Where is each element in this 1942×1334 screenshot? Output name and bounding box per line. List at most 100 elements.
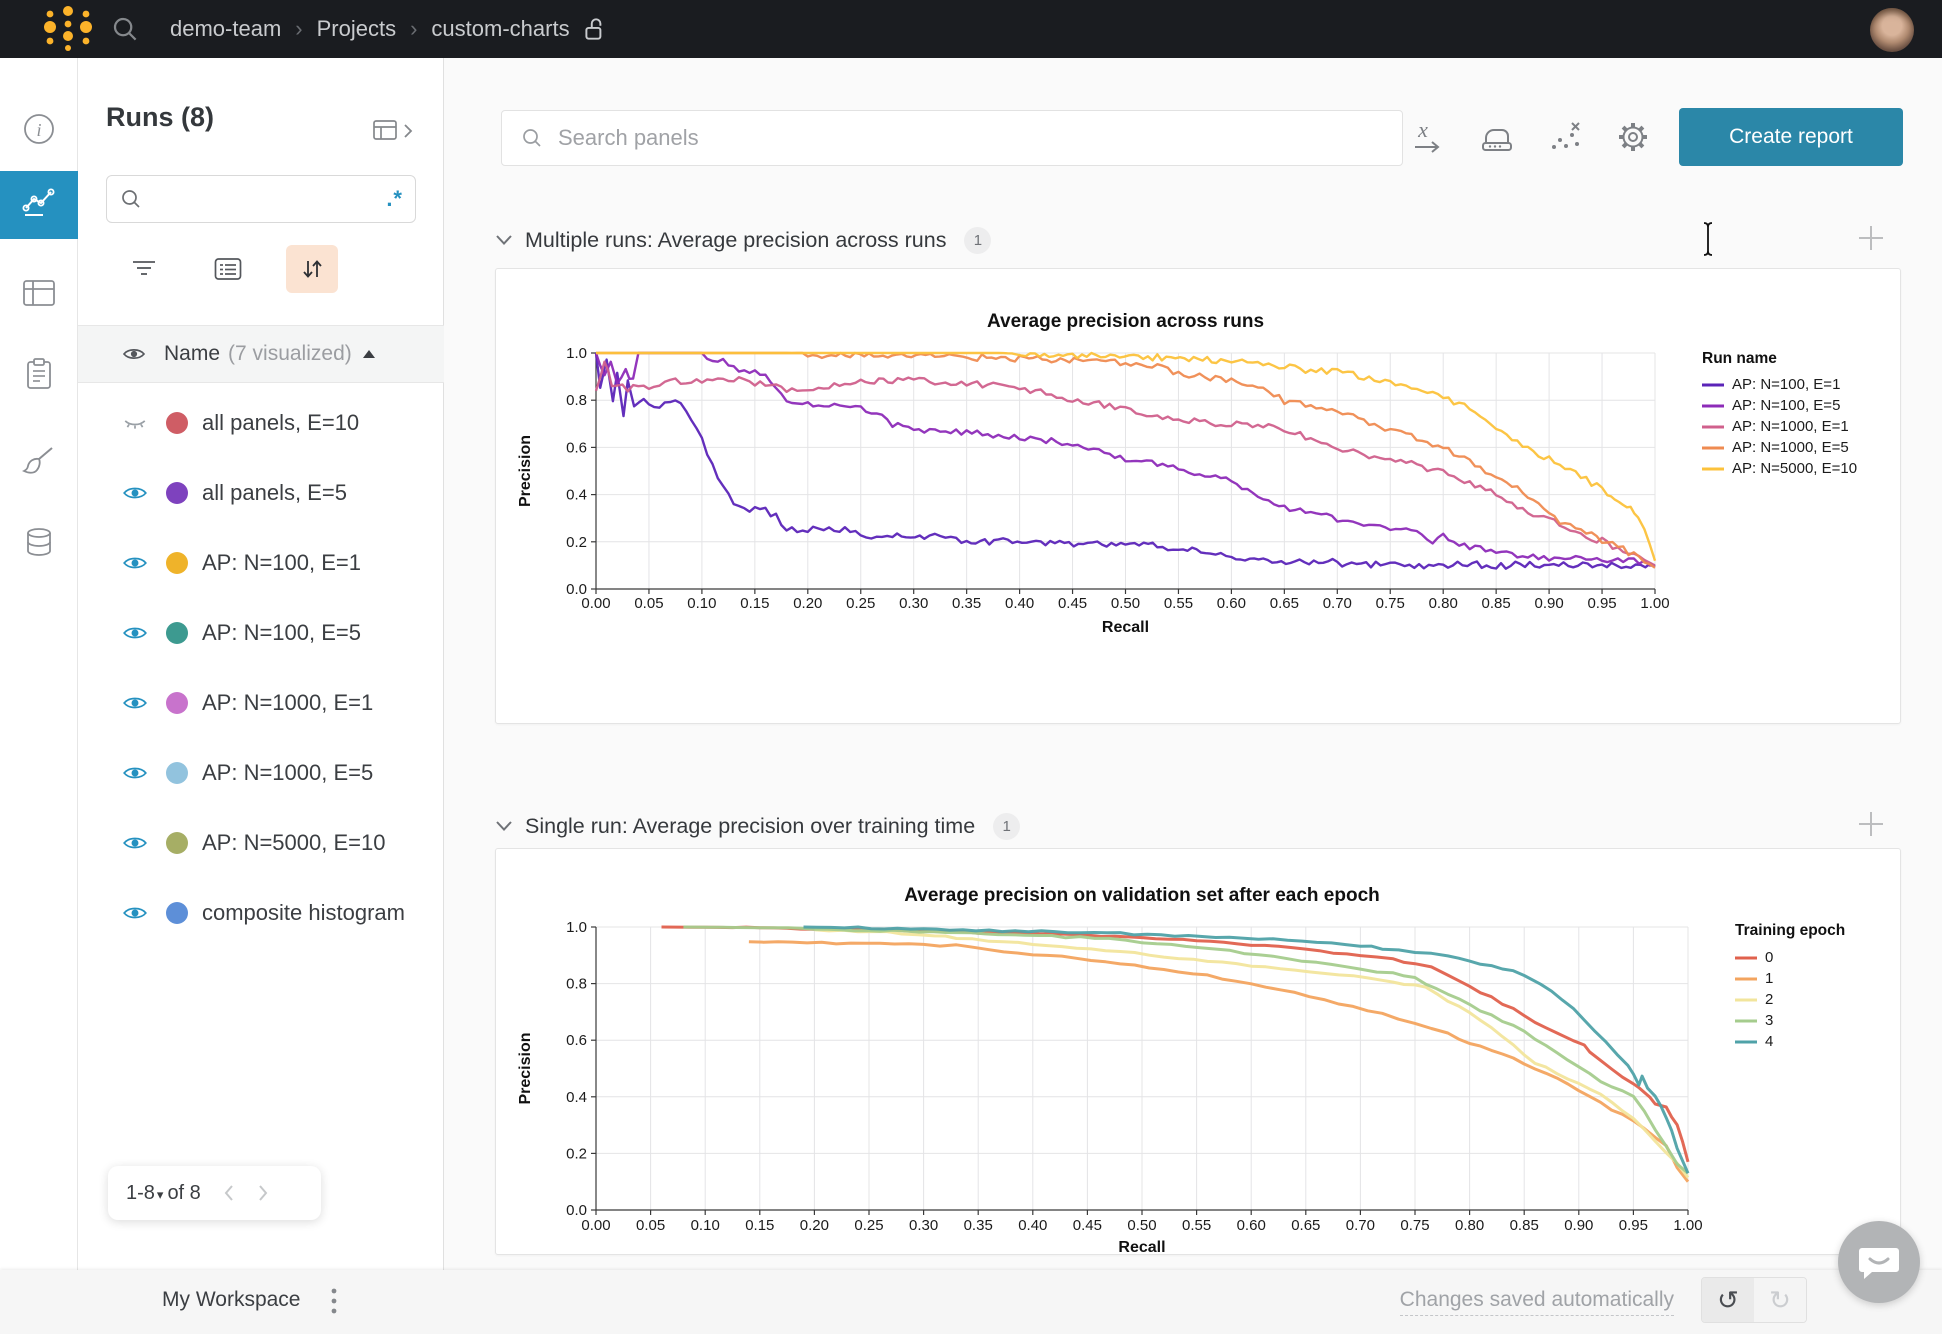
svg-text:0.40: 0.40 <box>1018 1217 1047 1234</box>
group-button[interactable] <box>202 245 254 293</box>
filter-button[interactable] <box>118 245 170 293</box>
redo-button[interactable]: ↻ <box>1754 1278 1806 1322</box>
chevron-down-icon[interactable] <box>495 234 513 246</box>
run-name[interactable]: AP: N=1000, E=1 <box>202 690 373 716</box>
pagination-total: of 8 <box>167 1182 200 1205</box>
eye-icon[interactable] <box>120 830 150 856</box>
line-chart-icon <box>21 186 57 225</box>
runs-pagination[interactable]: 1-8 ▾ of 8 <box>108 1166 321 1220</box>
run-name[interactable]: AP: N=1000, E=5 <box>202 760 373 786</box>
run-name[interactable]: all panels, E=10 <box>202 410 359 436</box>
breadcrumb: demo-team › Projects › custom-charts <box>170 15 608 43</box>
section-header-single-run[interactable]: Single run: Average precision over train… <box>495 804 1901 848</box>
workspace-name[interactable]: My Workspace <box>162 1288 300 1312</box>
svg-text:0.25: 0.25 <box>846 595 875 612</box>
panel-count-badge: 1 <box>964 227 991 254</box>
svg-text:i: i <box>36 120 41 140</box>
run-name[interactable]: composite histogram <box>202 900 405 926</box>
chat-support-button[interactable] <box>1838 1221 1920 1303</box>
svg-text:0: 0 <box>1765 949 1773 966</box>
panel-sweep-icon <box>1478 118 1516 161</box>
eye-icon[interactable] <box>120 480 150 506</box>
plus-icon <box>1855 222 1887 254</box>
plus-icon <box>1855 808 1887 840</box>
svg-text:0.0: 0.0 <box>566 1202 587 1219</box>
eye-icon[interactable] <box>120 760 150 786</box>
svg-text:Average precision on validatio: Average precision on validation set afte… <box>904 885 1380 906</box>
runs-search-input[interactable] <box>153 188 386 211</box>
run-name[interactable]: AP: N=100, E=5 <box>202 620 361 646</box>
regex-toggle[interactable]: .* <box>386 186 403 212</box>
section-title[interactable]: Multiple runs: Average precision across … <box>525 228 946 253</box>
breadcrumb-projects[interactable]: Projects <box>317 16 396 42</box>
search-icon[interactable] <box>110 14 140 44</box>
runs-toolbar <box>118 244 338 294</box>
rail-item-database[interactable] <box>0 519 78 571</box>
eye-icon[interactable] <box>120 690 150 716</box>
run-name[interactable]: AP: N=100, E=1 <box>202 550 361 576</box>
run-row: AP: N=1000, E=1 <box>78 668 444 738</box>
bottom-bar: My Workspace Changes saved automatically… <box>0 1270 1942 1334</box>
rail-item-brush[interactable] <box>0 437 78 489</box>
eye-icon[interactable] <box>120 620 150 646</box>
eye-icon[interactable] <box>120 900 150 926</box>
run-name[interactable]: all panels, E=5 <box>202 480 347 506</box>
outlier-dots-button[interactable] <box>1543 117 1587 161</box>
svg-text:0.55: 0.55 <box>1182 1217 1211 1234</box>
panel-search-input[interactable] <box>558 125 1384 151</box>
gear-button[interactable] <box>1611 117 1655 161</box>
run-name[interactable]: AP: N=5000, E=10 <box>202 830 385 856</box>
page-prev-button[interactable] <box>223 1184 235 1202</box>
pagination-range[interactable]: 1-8 <box>126 1182 155 1205</box>
autosave-status[interactable]: Changes saved automatically <box>1400 1288 1674 1316</box>
svg-text:0.65: 0.65 <box>1270 595 1299 612</box>
avatar[interactable] <box>1870 8 1914 52</box>
breadcrumb-project[interactable]: custom-charts <box>431 16 569 42</box>
svg-text:0.60: 0.60 <box>1237 1217 1266 1234</box>
add-panel-button[interactable] <box>1855 222 1887 259</box>
run-row: AP: N=100, E=1 <box>78 528 444 598</box>
section-title[interactable]: Single run: Average precision over train… <box>525 814 975 839</box>
eye-off-icon[interactable] <box>120 410 150 436</box>
rail-item-line-chart[interactable] <box>0 171 78 239</box>
chevron-down-icon[interactable] <box>495 820 513 832</box>
eye-icon[interactable] <box>120 550 150 576</box>
panel-avg-precision-across-runs[interactable]: 0.000.050.100.150.200.250.300.350.400.45… <box>495 268 1901 724</box>
panel-avg-precision-per-epoch[interactable]: 0.000.050.100.150.200.250.300.350.400.45… <box>495 848 1901 1255</box>
svg-text:0.45: 0.45 <box>1058 595 1087 612</box>
panel-sweep-button[interactable] <box>1475 117 1519 161</box>
svg-text:x: x <box>1417 117 1428 142</box>
run-color-dot <box>166 412 188 434</box>
svg-text:0.30: 0.30 <box>909 1217 938 1234</box>
page-next-button[interactable] <box>257 1184 269 1202</box>
svg-text:0.10: 0.10 <box>691 1217 720 1234</box>
svg-text:1.00: 1.00 <box>1673 1217 1702 1234</box>
x-axis-icon: x <box>1411 117 1447 162</box>
svg-text:AP: N=1000, E=1: AP: N=1000, E=1 <box>1732 418 1849 435</box>
svg-text:4: 4 <box>1765 1033 1773 1050</box>
undo-button[interactable]: ↺ <box>1702 1278 1754 1322</box>
svg-text:0.15: 0.15 <box>740 595 769 612</box>
section-header-multiple-runs[interactable]: Multiple runs: Average precision across … <box>495 218 1901 262</box>
svg-text:0.95: 0.95 <box>1587 595 1616 612</box>
x-axis-button[interactable]: x <box>1407 117 1451 161</box>
rail-item-info-circle[interactable]: i <box>0 105 78 157</box>
svg-text:1.00: 1.00 <box>1640 595 1669 612</box>
svg-text:0.80: 0.80 <box>1455 1217 1484 1234</box>
breadcrumb-team[interactable]: demo-team <box>170 16 281 42</box>
wandb-logo[interactable] <box>14 0 92 58</box>
chat-bubble-icon <box>1858 1242 1900 1282</box>
rail-item-panel-grid[interactable] <box>0 269 78 321</box>
add-panel-button[interactable] <box>1855 808 1887 845</box>
kebab-icon <box>330 1286 338 1316</box>
svg-text:0.55: 0.55 <box>1164 595 1193 612</box>
svg-text:3: 3 <box>1765 1012 1773 1029</box>
svg-text:AP: N=100, E=5: AP: N=100, E=5 <box>1732 397 1840 414</box>
runs-column-header[interactable]: Name (7 visualized) <box>78 325 444 383</box>
create-report-button[interactable]: Create report <box>1679 108 1903 166</box>
sort-button[interactable] <box>286 245 338 293</box>
workspace-menu-button[interactable] <box>330 1286 338 1321</box>
svg-text:0.00: 0.00 <box>581 1217 610 1234</box>
runs-table-expand-button[interactable] <box>373 118 419 144</box>
rail-item-clipboard[interactable] <box>0 350 78 402</box>
